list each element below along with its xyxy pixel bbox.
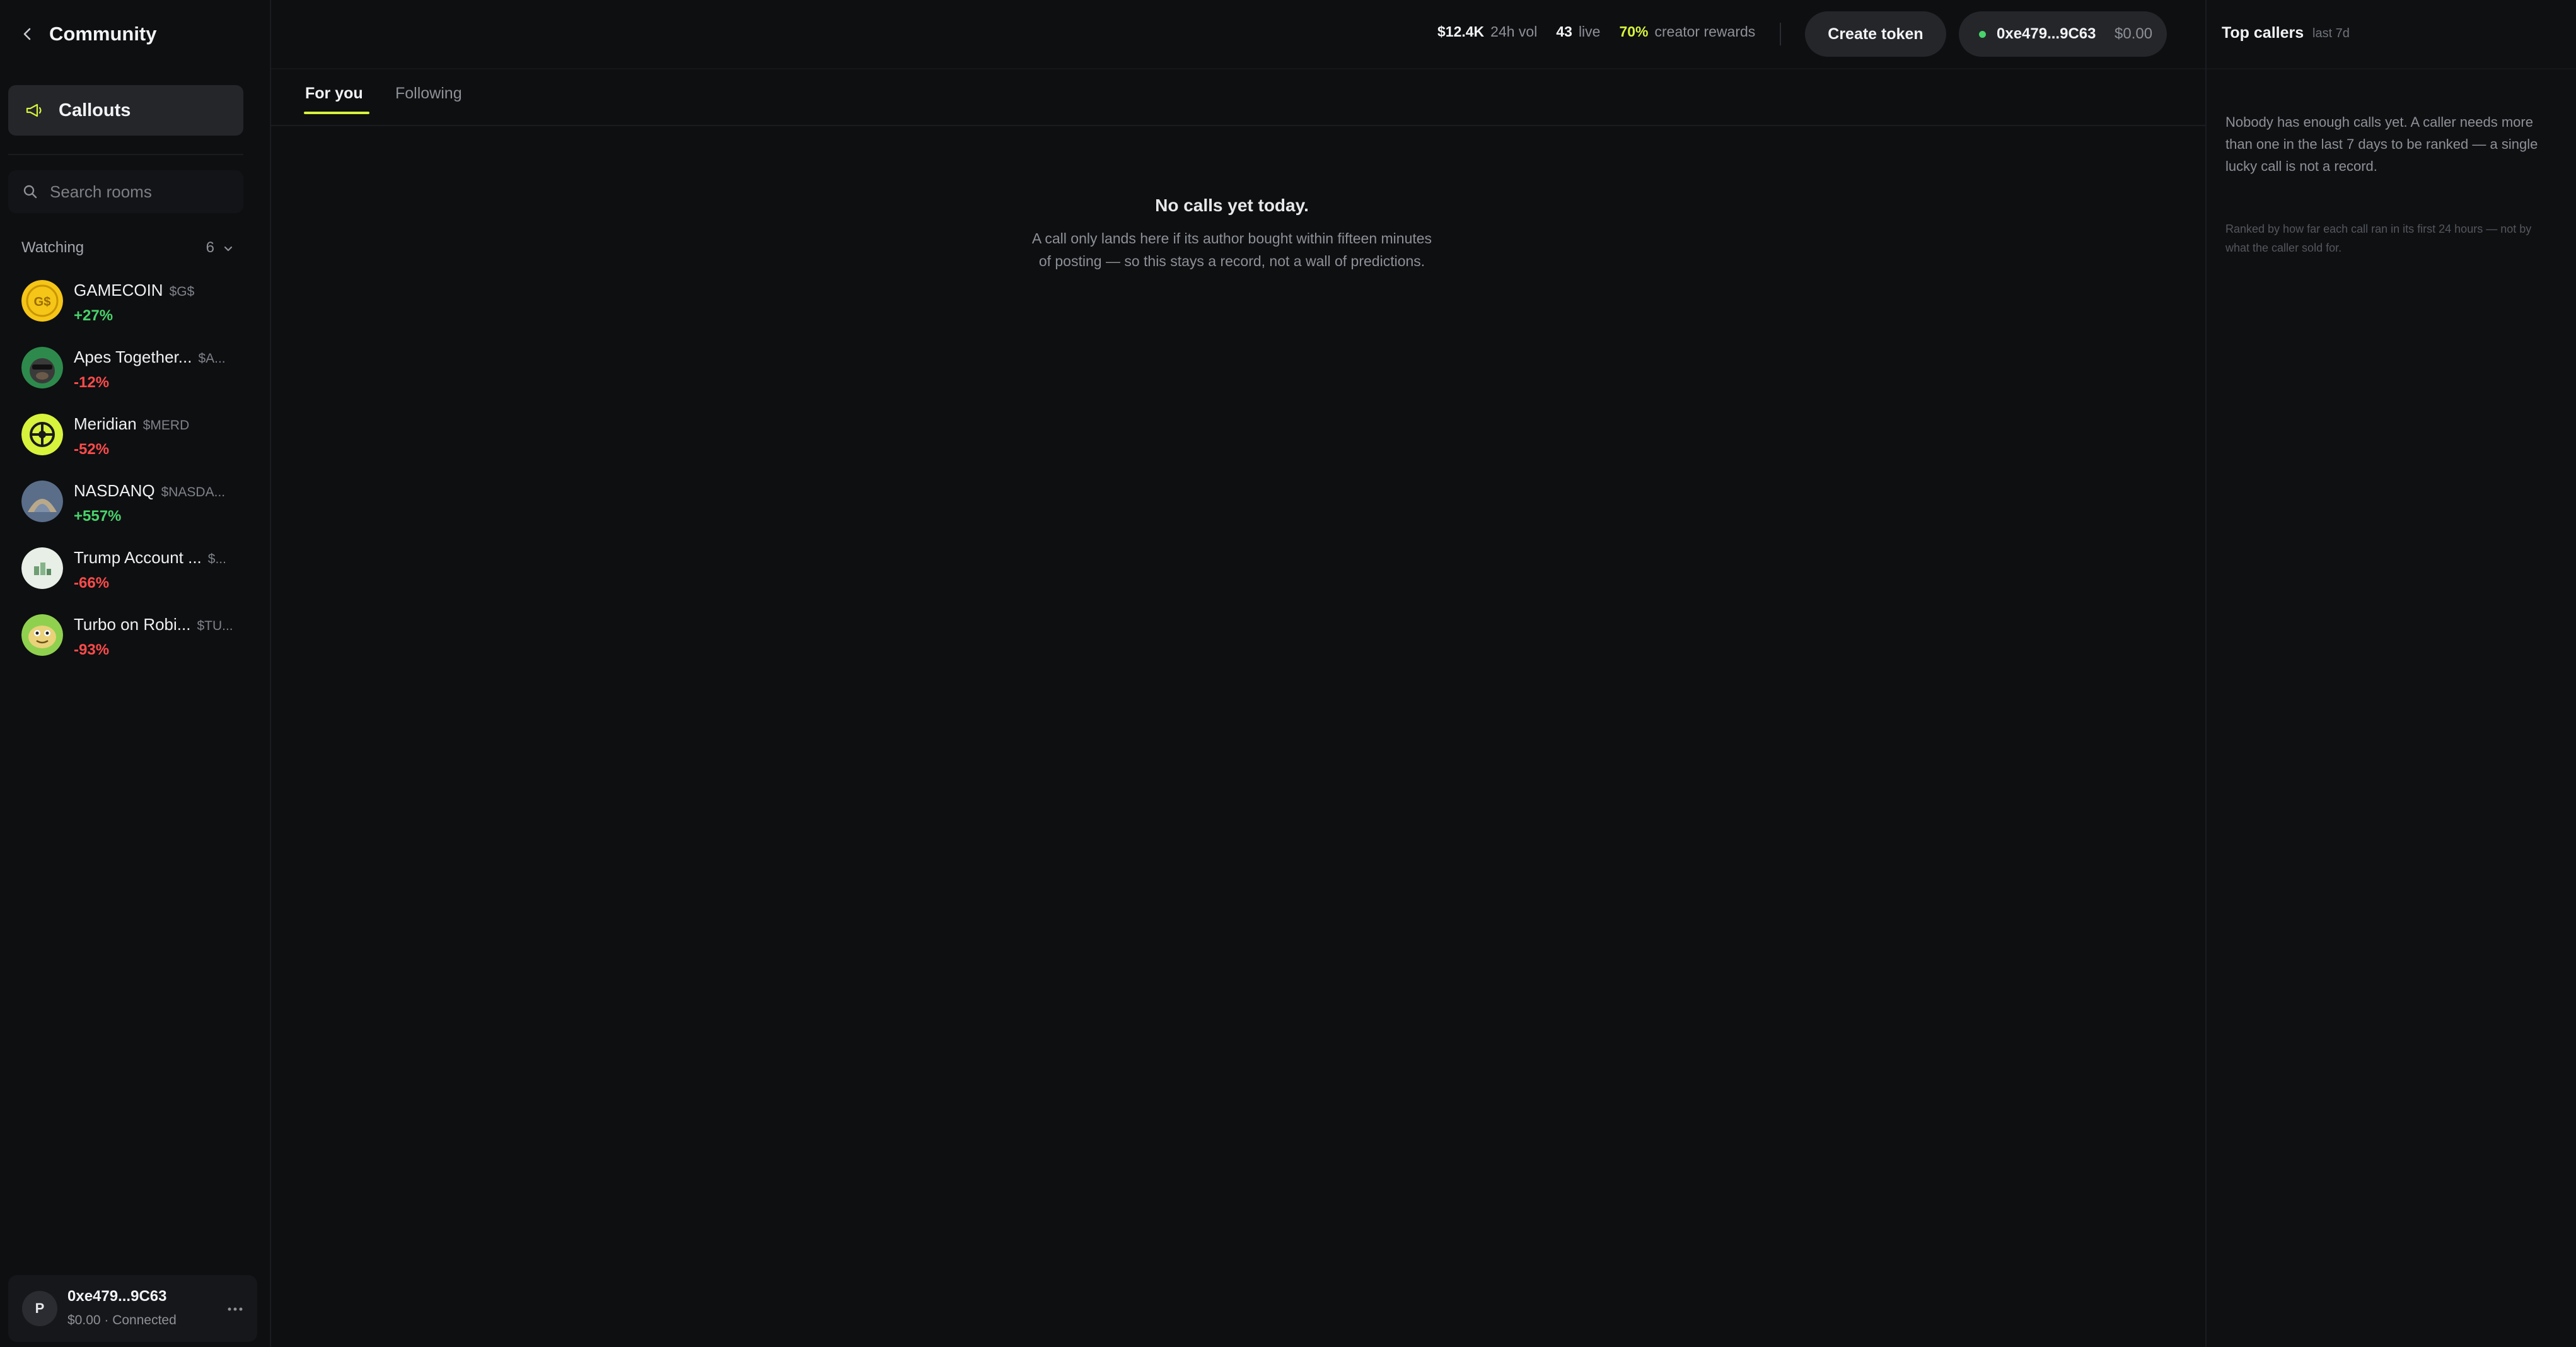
coin-change: -93% — [74, 641, 110, 658]
search-icon — [23, 185, 37, 199]
coin-name: Turbo on Robi... $TU... — [74, 615, 233, 634]
coin-change: +27% — [74, 307, 113, 324]
panel-title: Top callers — [2222, 24, 2304, 42]
ape-avatar — [21, 347, 63, 388]
empty-state-title: No calls yet today. — [1155, 195, 1309, 215]
live-value: 43 — [1556, 23, 1572, 40]
top-bar: $12.4K 24h vol 43 live 70% creator rewards Cr… — [271, 0, 2205, 69]
coin-name: Meridian $MERD — [74, 414, 190, 433]
watching-header: Watching 6 — [21, 236, 236, 262]
chevron-left-icon — [23, 28, 31, 40]
coin-name: Trump Account ... $... — [74, 548, 226, 567]
avatar: P — [22, 1291, 57, 1326]
live-label: live — [1578, 23, 1601, 40]
nasdanq-avatar — [21, 481, 63, 522]
feed: For you Following No calls yet today. A … — [271, 69, 2205, 1347]
tab-for-you[interactable]: For you — [304, 85, 369, 114]
gamecoin-avatar: G$ — [21, 280, 63, 322]
top-callers-panel: Top callers last 7d Nobody has enough ca… — [2205, 0, 2576, 1347]
sidebar-title: Community — [49, 23, 157, 45]
wallet-balance: $0.00 — [2115, 25, 2153, 42]
search-input[interactable] — [49, 177, 231, 207]
sidebar-item-callouts[interactable]: Callouts — [8, 85, 243, 136]
coin-ticker: $NASDA... — [161, 485, 226, 499]
rewards-value: 70% — [1619, 23, 1649, 40]
search-box[interactable] — [8, 170, 243, 213]
svg-text:G$: G$ — [34, 295, 51, 309]
empty-state-description: A call only lands here if its author bou… — [1031, 230, 1432, 269]
megaphone-icon — [26, 103, 42, 117]
coin-change: -66% — [74, 574, 110, 592]
back-button[interactable] — [15, 21, 40, 47]
market-stats: $12.4K 24h vol 43 live 70% creator rewards — [1437, 23, 1774, 40]
divider — [1780, 23, 1781, 45]
coin-ticker: $TU... — [197, 619, 233, 633]
trump-account-avatar — [21, 547, 63, 589]
coin-change: -52% — [74, 441, 110, 458]
coin-name: NASDANQ $NASDA... — [74, 481, 226, 500]
watchlist-item-trump-account[interactable]: Trump Account ... $... -66% — [13, 539, 252, 602]
panel-header: Top callers last 7d — [2207, 0, 2576, 69]
watching-count: 6 — [206, 239, 214, 256]
volume-label: 24h vol — [1490, 23, 1538, 40]
coin-change: +557% — [74, 508, 122, 525]
wallet-button[interactable]: 0xe479...9C63 $0.00 — [1959, 11, 2167, 57]
watchlist-item-gamecoin[interactable]: G$ GAMECOIN $G$ +27% — [13, 272, 252, 335]
account-card[interactable]: P 0xe479...9C63 $0.00 · Connected — [8, 1275, 257, 1342]
coin-ticker: $A... — [198, 351, 226, 366]
panel-note: Ranked by how far each call ran in its f… — [2225, 223, 2532, 254]
coin-name: Apes Together... $A... — [74, 347, 226, 366]
account-address: 0xe479...9C63 — [67, 1288, 167, 1305]
connected-status-dot — [1979, 31, 1986, 38]
feed-tabs: For you Following — [271, 69, 2205, 126]
panel-subtitle: last 7d — [2312, 26, 2350, 40]
more-options-button[interactable] — [224, 1298, 247, 1321]
chevron-down-icon[interactable] — [222, 242, 235, 255]
watchlist-item-turbo[interactable]: Turbo on Robi... $TU... -93% — [13, 606, 252, 669]
empty-state: No calls yet today. A call only lands he… — [1030, 195, 1434, 272]
more-horizontal-icon — [228, 1307, 243, 1311]
meridian-avatar — [21, 414, 63, 455]
volume-value: $12.4K — [1437, 23, 1485, 40]
watchlist-item-meridian[interactable]: Meridian $MERD -52% — [13, 405, 252, 469]
coin-ticker: $G$ — [169, 284, 195, 299]
coin-ticker: $MERD — [142, 418, 190, 433]
tab-following[interactable]: Following — [395, 85, 462, 114]
account-status: $0.00 · Connected — [67, 1313, 177, 1327]
watching-label: Watching — [21, 239, 84, 256]
turbo-avatar — [21, 614, 63, 656]
coin-change: -12% — [74, 374, 110, 391]
panel-message: Nobody has enough calls yet. A caller ne… — [2225, 114, 2538, 174]
rewards-label: creator rewards — [1654, 23, 1756, 40]
coin-name: GAMECOIN $G$ — [74, 281, 195, 300]
sidebar-item-label: Callouts — [59, 100, 131, 120]
divider — [8, 154, 243, 155]
watchlist-item-apes-together[interactable]: Apes Together... $A... -12% — [13, 339, 252, 402]
create-token-button[interactable]: Create token — [1805, 11, 1946, 57]
coin-ticker: $... — [207, 552, 226, 566]
wallet-address: 0xe479...9C63 — [1997, 25, 2096, 42]
watchlist-item-nasdanq[interactable]: NASDANQ $NASDA... +557% — [13, 472, 252, 535]
sidebar: Community Callouts Watching 6 G$ — [0, 0, 271, 1347]
